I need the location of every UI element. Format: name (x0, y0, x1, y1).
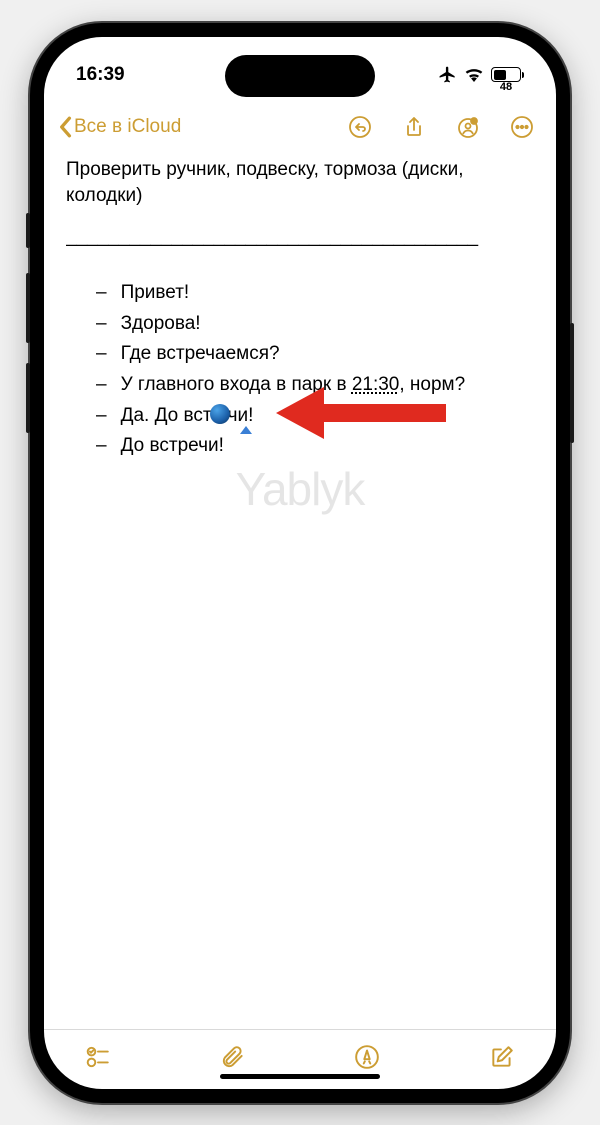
checklist-icon (85, 1044, 111, 1070)
note-heading: Проверить ручник, подвеску, тормоза (дис… (66, 157, 534, 210)
list-item: – Здорова! (96, 311, 534, 338)
phone-frame: 16:39 48 Все в iCloud (30, 23, 570, 1103)
list-item: – До встречи! (96, 433, 534, 460)
undo-button[interactable] (340, 107, 380, 147)
airplane-mode-icon (438, 65, 457, 84)
collaborator-caret-icon (240, 426, 252, 434)
compose-button[interactable] (482, 1037, 522, 1077)
power-button (570, 323, 574, 443)
compose-icon (489, 1044, 515, 1070)
list-item-text: У главного входа в парк в 21:30, норм? (121, 372, 466, 399)
time-link[interactable]: 21:30 (352, 374, 400, 395)
undo-icon (348, 115, 372, 139)
paperclip-icon (220, 1044, 246, 1070)
wifi-icon (464, 67, 484, 82)
battery-indicator: 48 (491, 67, 524, 82)
collaborate-button[interactable] (448, 107, 488, 147)
share-icon (402, 115, 426, 139)
home-indicator[interactable] (220, 1074, 380, 1079)
share-button[interactable] (394, 107, 434, 147)
status-time: 16:39 (76, 64, 125, 86)
list-item: – Да. До встчи! (96, 403, 534, 430)
more-button[interactable] (502, 107, 542, 147)
list-item-text: Да. До встчи! (121, 403, 254, 430)
list-item-text: Где встречаемся? (121, 341, 280, 368)
list-item: – Где встречаемся? (96, 341, 534, 368)
collaborate-icon (456, 115, 480, 139)
list-item-text: Привет! (121, 280, 190, 307)
status-indicators: 48 (438, 65, 524, 84)
list-item: – У главного входа в парк в 21:30, норм? (96, 372, 534, 399)
back-button[interactable]: Все в iCloud (58, 116, 181, 138)
silent-switch (26, 213, 30, 248)
navigation-bar: Все в iCloud (44, 101, 556, 157)
collaborator-cursor-avatar (210, 404, 230, 424)
list-item-text: До встречи! (121, 433, 224, 460)
note-divider: _______________________________________ (66, 224, 534, 251)
watermark: Yablyk (44, 457, 556, 521)
dialogue-list: – Привет! – Здорова! – Где встречаемся? … (66, 280, 534, 460)
volume-down-button (26, 363, 30, 433)
note-content[interactable]: Проверить ручник, подвеску, тормоза (дис… (44, 157, 556, 1029)
volume-up-button (26, 273, 30, 343)
attachment-button[interactable] (213, 1037, 253, 1077)
back-label: Все в iCloud (74, 116, 181, 138)
markup-pen-icon (354, 1044, 380, 1070)
screen: 16:39 48 Все в iCloud (44, 37, 556, 1089)
dynamic-island (225, 55, 375, 97)
chevron-left-icon (58, 116, 72, 138)
list-item: – Привет! (96, 280, 534, 307)
list-item-text: Здорова! (121, 311, 201, 338)
bottom-toolbar (44, 1029, 556, 1089)
ellipsis-circle-icon (510, 115, 534, 139)
checklist-button[interactable] (78, 1037, 118, 1077)
markup-button[interactable] (347, 1037, 387, 1077)
battery-percent: 48 (492, 80, 520, 95)
